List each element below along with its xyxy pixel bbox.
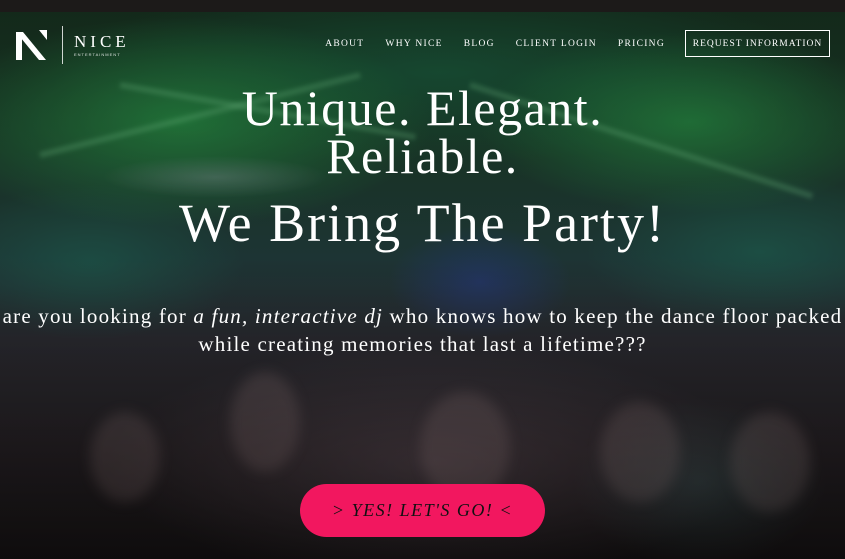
nav-about[interactable]: ABOUT (325, 39, 364, 49)
logo-divider (62, 26, 63, 64)
hero-subtext: are you looking for a fun, interactive d… (0, 303, 845, 358)
brand-logo[interactable]: NICE ENTERTAINMENT (14, 26, 130, 64)
yes-lets-go-button[interactable]: > YES! LET'S GO! < (300, 484, 545, 537)
hero-tagline: We Bring The Party! (178, 193, 667, 253)
main-nav: ABOUT WHY NICE BLOG CLIENT LOGIN PRICING (304, 39, 665, 49)
logo-wordmark: NICE ENTERTAINMENT (74, 32, 130, 58)
request-information-button[interactable]: REQUEST INFORMATION (685, 30, 830, 57)
nav-client-login[interactable]: CLIENT LOGIN (516, 39, 597, 49)
hero-headline: Unique. Elegant. Reliable. (0, 83, 845, 181)
brand-name: NICE (74, 32, 130, 51)
nav-why-nice[interactable]: WHY NICE (385, 39, 442, 49)
top-strip (0, 0, 845, 12)
nav-blog[interactable]: BLOG (464, 39, 495, 49)
subtext-emphasis: a fun, interactive dj (193, 304, 384, 328)
nav-pricing[interactable]: PRICING (618, 39, 665, 49)
brand-subtitle: ENTERTAINMENT (74, 52, 121, 57)
n-logo-icon (16, 30, 47, 60)
headline-line-2: Reliable. (326, 128, 519, 184)
subtext-part-1: are you looking for (2, 304, 187, 328)
